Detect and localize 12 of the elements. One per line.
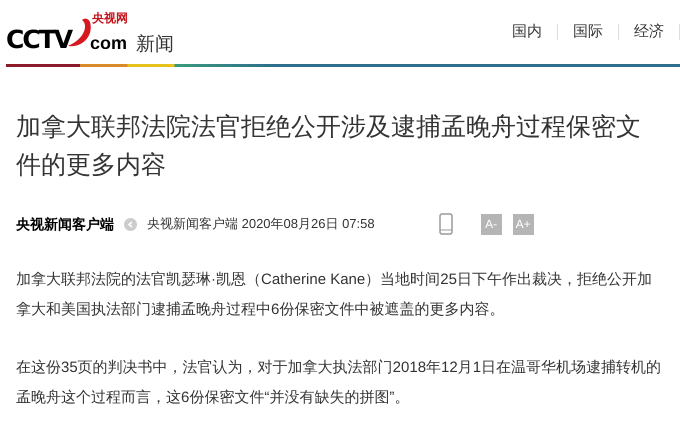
article-title: 加拿大联邦法院法官拒绝公开涉及逮捕孟晚舟过程保密文件的更多内容 xyxy=(15,112,642,181)
article-paragraph: 加拿大联邦法院的法官凯瑟琳·凯恩（Catherine Kane）当地时间25日下午作出裁决，拒绝公开加拿大和美国执法部门逮捕孟晚舟过程中6份保密文件中被遮盖的更多内容。 xyxy=(16,270,653,320)
nav-link[interactable]: 国内 xyxy=(497,20,557,44)
article-paragraph: 在这份35页的判决书中，法官认为，对于加拿大执法部门2018年12月1日在温哥华机场逮捕转机的孟晚舟这个过程而言，这6份保密文件“并没有缺失的拼图”。 xyxy=(16,358,662,408)
article-meta: 央视新闻客户端 2020年08月26日 07:58 xyxy=(147,215,375,234)
source-name: 央视新闻客户端 xyxy=(16,214,114,234)
nav-link[interactable]: 国际 xyxy=(558,20,618,44)
back-icon[interactable] xyxy=(124,218,137,230)
site-logo[interactable]: CCTV 央视网 com xyxy=(6,12,128,52)
nav-link[interactable]: 经济 xyxy=(619,20,679,44)
phone-icon[interactable] xyxy=(438,213,453,235)
section-title: 新闻 xyxy=(136,35,174,54)
